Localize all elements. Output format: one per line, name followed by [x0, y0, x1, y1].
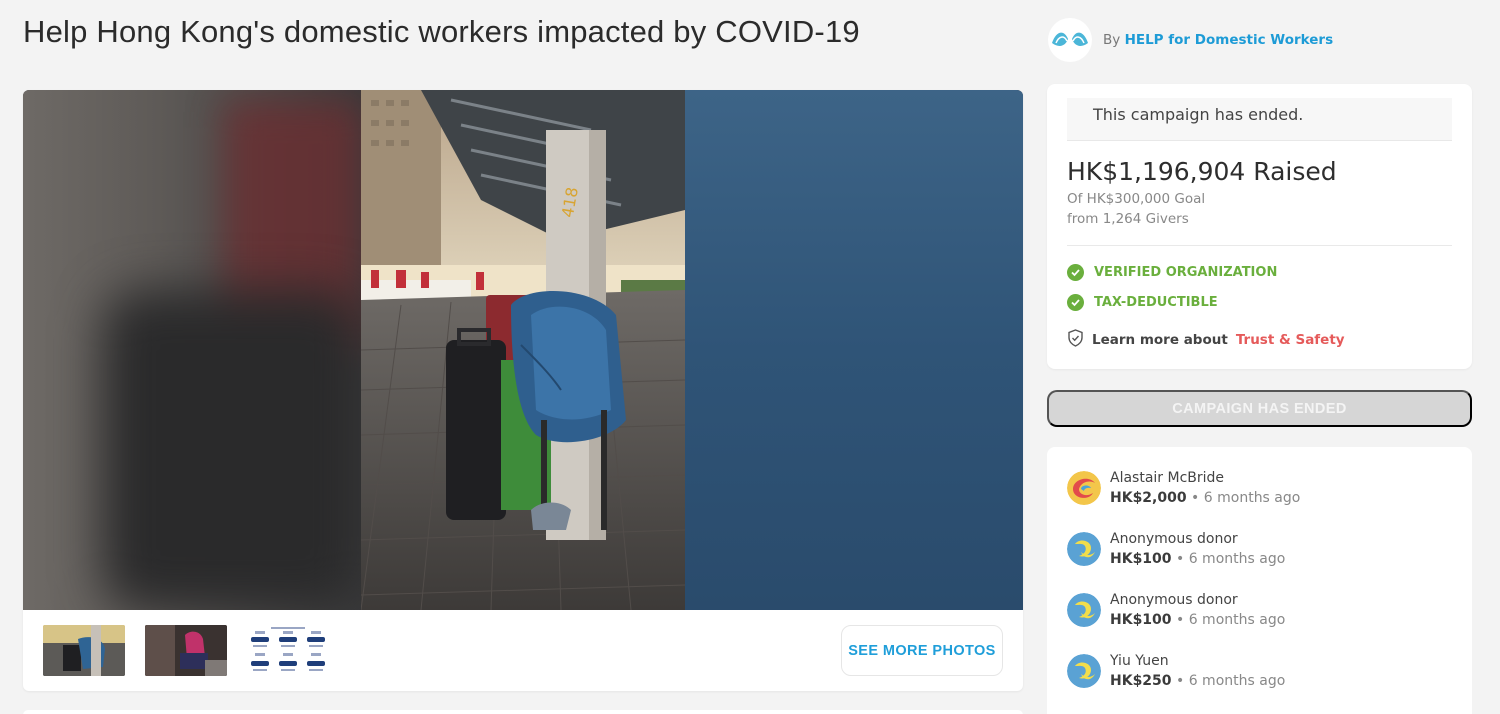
donation-amount: HK$100	[1110, 612, 1172, 628]
divider	[1067, 245, 1452, 246]
donor-item: Yiu Yuen HK$250 • 6 months ago	[1067, 651, 1285, 691]
donation-amount: HK$2,000	[1110, 490, 1187, 506]
donor-avatar-icon	[1067, 471, 1101, 505]
donor-name: Anonymous donor	[1110, 531, 1238, 547]
photo-blur-left	[23, 90, 363, 610]
donation-amount: HK$250	[1110, 673, 1172, 689]
tax-deductible-label: TAX-DEDUCTIBLE	[1094, 295, 1218, 310]
shield-check-icon	[1067, 329, 1084, 351]
check-circle-icon	[1067, 294, 1084, 311]
donation-time: 6 months ago	[1188, 612, 1286, 628]
main-photo[interactable]: 418	[23, 90, 1023, 610]
donation-time: 6 months ago	[1188, 551, 1286, 567]
amount-raised: HK$1,196,904 Raised	[1067, 157, 1337, 186]
main-photo-image: 418	[361, 90, 685, 610]
donor-avatar-icon	[1067, 654, 1101, 688]
photo-thumbnail[interactable]	[145, 625, 227, 676]
campaign-ended-banner: This campaign has ended.	[1067, 98, 1452, 141]
donors-list: Alastair McBride HK$2,000 • 6 months ago…	[1047, 447, 1472, 714]
tax-deductible-badge: TAX-DEDUCTIBLE	[1067, 294, 1218, 311]
trust-prefix-label: Learn more about	[1092, 332, 1228, 348]
verified-organization-label: VERIFIED ORGANIZATION	[1094, 265, 1278, 280]
givers-count: from 1,264 Givers	[1067, 211, 1189, 227]
check-circle-icon	[1067, 264, 1084, 281]
donor-name: Alastair McBride	[1110, 470, 1225, 486]
donor-item: Anonymous donor HK$100 • 6 months ago	[1067, 590, 1285, 630]
donor-avatar-icon	[1067, 593, 1101, 627]
donation-amount: HK$100	[1110, 551, 1172, 567]
donor-name: Yiu Yuen	[1110, 653, 1169, 669]
donor-avatar-icon	[1067, 532, 1101, 566]
donation-time: 6 months ago	[1188, 673, 1286, 689]
by-label: By	[1103, 32, 1121, 48]
trust-safety-link[interactable]: Trust & Safety	[1236, 332, 1345, 348]
campaign-ended-button[interactable]: CAMPAIGN HAS ENDED	[1047, 390, 1472, 427]
donor-item: Alastair McBride HK$2,000 • 6 months ago	[1067, 468, 1300, 508]
photo-blur-right	[685, 90, 1023, 610]
thumbnail-strip	[43, 625, 329, 676]
organizer-byline: By HELP for Domestic Workers	[1048, 18, 1333, 62]
infographic-thumbnail[interactable]	[247, 625, 329, 676]
photo-gallery: 418 SEE MORE PHOTOS	[23, 90, 1023, 691]
photo-thumbnail[interactable]	[43, 625, 125, 676]
trust-safety-row: Learn more about Trust & Safety	[1067, 329, 1345, 351]
donation-time: 6 months ago	[1203, 490, 1301, 506]
see-more-photos-button[interactable]: SEE MORE PHOTOS	[841, 625, 1003, 676]
verified-badge: VERIFIED ORGANIZATION	[1067, 264, 1277, 281]
campaign-status-card: This campaign has ended. HK$1,196,904 Ra…	[1047, 84, 1472, 369]
page-title: Help Hong Kong's domestic workers impact…	[23, 14, 860, 49]
organizer-link[interactable]: HELP for Domestic Workers	[1125, 32, 1334, 48]
goal-amount: Of HK$300,000 Goal	[1067, 191, 1206, 207]
donor-name: Anonymous donor	[1110, 592, 1238, 608]
organization-logo-icon[interactable]	[1048, 18, 1092, 62]
donor-item: Anonymous donor HK$100 • 6 months ago	[1067, 529, 1285, 569]
next-section-card	[23, 710, 1023, 714]
